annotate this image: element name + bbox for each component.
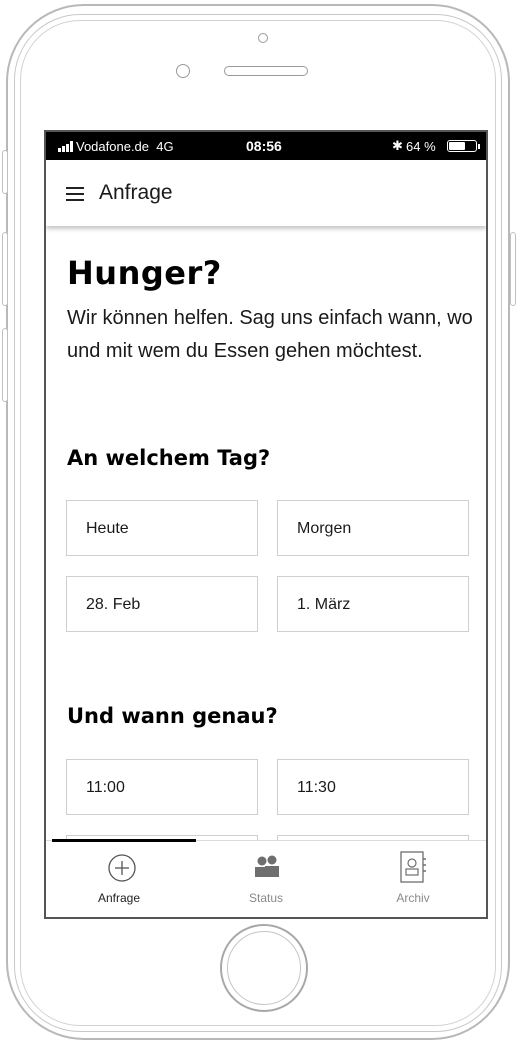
day-option-1-maerz[interactable]: 1. März — [277, 576, 469, 632]
day-option-morgen[interactable]: Morgen — [277, 500, 469, 556]
time-option-1100[interactable]: 11:00 — [66, 759, 258, 815]
main-content[interactable]: Hunger? Wir können helfen. Sag uns einfa… — [46, 226, 486, 840]
volume-down-button — [2, 328, 8, 402]
hero-text: Wir können helfen. Sag uns einfach wann,… — [67, 307, 473, 362]
tab-label-anfrage: Anfrage — [97, 891, 141, 905]
tab-status[interactable]: Status — [193, 841, 339, 917]
earpiece-speaker — [224, 66, 308, 76]
time-section-title: Und wann genau? — [67, 704, 278, 728]
tab-label-archiv: Archiv — [396, 891, 430, 905]
app-bar: Anfrage — [46, 160, 486, 226]
bluetooth-icon: ✱ — [392, 138, 403, 153]
hamburger-menu-icon[interactable] — [66, 187, 84, 201]
people-icon — [255, 855, 279, 877]
home-button[interactable] — [220, 924, 308, 1012]
power-button — [510, 232, 516, 306]
day-option-heute[interactable]: Heute — [66, 500, 258, 556]
day-section-title: An welchem Tag? — [67, 446, 271, 470]
mute-switch — [2, 150, 8, 194]
tab-anfrage[interactable]: Anfrage — [46, 841, 192, 917]
proximity-sensor — [258, 33, 268, 43]
hero-title: Hunger? — [67, 254, 222, 292]
carrier-name: Vodafone.de 4G — [76, 139, 174, 154]
page-title: Anfrage — [99, 181, 173, 204]
archive-contact-icon — [400, 851, 426, 883]
front-camera — [176, 64, 190, 78]
tab-label-status: Status — [248, 891, 284, 905]
status-time: 08:56 — [246, 138, 282, 154]
battery-percentage: 64 % — [406, 139, 436, 154]
battery-cap — [478, 144, 480, 149]
status-bar: Vodafone.de 4G 08:56 ✱ 64 % — [46, 132, 486, 160]
phone-screen: Vodafone.de 4G 08:56 ✱ 64 % Anfrage Hung… — [44, 130, 488, 919]
tab-bar: Anfrage Status Archiv — [46, 839, 486, 917]
day-option-28-feb[interactable]: 28. Feb — [66, 576, 258, 632]
plus-circle-icon — [108, 854, 136, 882]
network-type: 4G — [156, 139, 174, 154]
time-option-1130[interactable]: 11:30 — [277, 759, 469, 815]
signal-strength-icon — [58, 141, 73, 152]
battery-icon — [447, 140, 477, 152]
tab-archiv[interactable]: Archiv — [340, 841, 486, 917]
volume-up-button — [2, 232, 8, 306]
